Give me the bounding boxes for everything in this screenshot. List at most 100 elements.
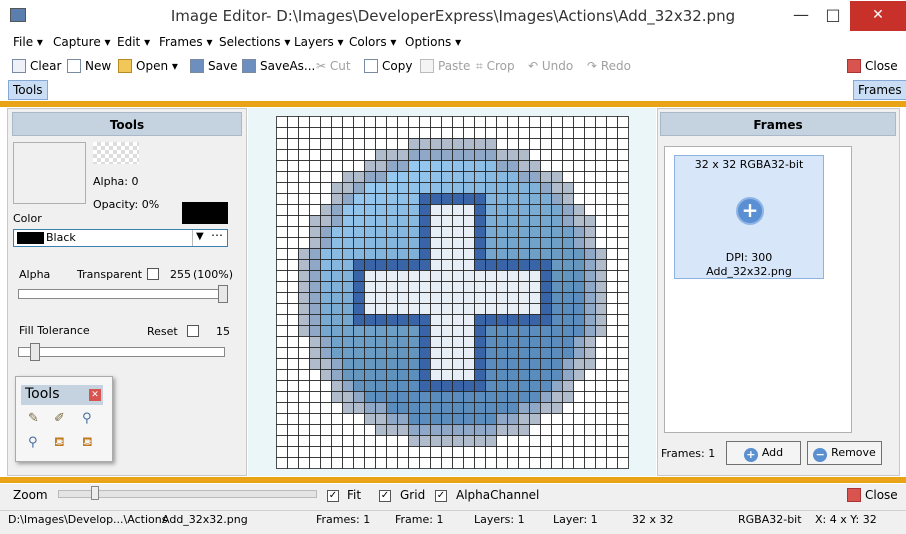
pixel-cell[interactable] (419, 457, 431, 469)
pixel-cell[interactable] (584, 314, 596, 326)
pixel-cell[interactable] (375, 259, 387, 271)
pixel-cell[interactable] (287, 270, 299, 282)
zoom-slider-thumb[interactable] (90, 486, 99, 500)
pixel-cell[interactable] (353, 303, 365, 315)
pixel-cell[interactable] (452, 127, 464, 139)
pixel-cell[interactable] (573, 402, 585, 414)
pixel-cell[interactable] (562, 138, 574, 150)
pixel-cell[interactable] (320, 182, 332, 194)
pixel-cell[interactable] (375, 380, 387, 392)
pixel-cell[interactable] (518, 292, 530, 304)
save-button[interactable]: Save (190, 56, 237, 76)
pixel-cell[interactable] (331, 193, 343, 205)
pixel-cell[interactable] (331, 116, 343, 128)
pixel-cell[interactable] (584, 171, 596, 183)
pixel-cell[interactable] (353, 380, 365, 392)
pixel-cell[interactable] (364, 424, 376, 436)
pixel-cell[interactable] (617, 336, 629, 348)
pixel-cell[interactable] (375, 402, 387, 414)
pixel-cell[interactable] (584, 446, 596, 458)
pixel-cell[interactable] (551, 149, 563, 161)
pixel-cell[interactable] (551, 259, 563, 271)
pixel-cell[interactable] (551, 391, 563, 403)
toolbar-close-button[interactable]: Close (847, 56, 898, 76)
pixel-cell[interactable] (430, 182, 442, 194)
pixel-cell[interactable] (276, 347, 288, 359)
pixel-cell[interactable] (485, 380, 497, 392)
pixel-cell[interactable] (419, 391, 431, 403)
pixel-cell[interactable] (573, 149, 585, 161)
pixel-cell[interactable] (430, 435, 442, 447)
pixel-cell[interactable] (540, 171, 552, 183)
pixel-cell[interactable] (342, 413, 354, 425)
pixel-cell[interactable] (463, 281, 475, 293)
remove-frame-button[interactable]: − Remove (807, 441, 882, 465)
pixel-cell[interactable] (463, 435, 475, 447)
pixel-cell[interactable] (562, 204, 574, 216)
pixel-cell[interactable] (408, 226, 420, 238)
pixel-cell[interactable] (320, 171, 332, 183)
pixel-cell[interactable] (419, 380, 431, 392)
pixel-cell[interactable] (474, 292, 486, 304)
pixel-cell[interactable] (386, 457, 398, 469)
pixel-cell[interactable] (606, 270, 618, 282)
pixel-cell[interactable] (452, 182, 464, 194)
pixel-cell[interactable] (419, 358, 431, 370)
pixel-cell[interactable] (430, 457, 442, 469)
pixel-cell[interactable] (309, 237, 321, 249)
pixel-cell[interactable] (386, 358, 398, 370)
pixel-cell[interactable] (320, 292, 332, 304)
pixel-cell[interactable] (562, 402, 574, 414)
pixel-cell[interactable] (342, 215, 354, 227)
pixel-cell[interactable] (562, 303, 574, 315)
pixel-cell[interactable] (419, 127, 431, 139)
pixel-cell[interactable] (353, 138, 365, 150)
pixel-cell[interactable] (584, 380, 596, 392)
pixel-cell[interactable] (485, 457, 497, 469)
pixel-cell[interactable] (606, 457, 618, 469)
pixel-cell[interactable] (441, 138, 453, 150)
pixel-cell[interactable] (595, 380, 607, 392)
pixel-cell[interactable] (584, 215, 596, 227)
pixel-cell[interactable] (287, 149, 299, 161)
pixel-cell[interactable] (485, 171, 497, 183)
pixel-cell[interactable] (562, 248, 574, 260)
pixel-cell[interactable] (408, 270, 420, 282)
pixel-cell[interactable] (595, 314, 607, 326)
pixel-cell[interactable] (606, 358, 618, 370)
pixel-cell[interactable] (474, 325, 486, 337)
pixel-cell[interactable] (496, 193, 508, 205)
pixel-cell[interactable] (375, 369, 387, 381)
pixel-cell[interactable] (441, 391, 453, 403)
pixel-cell[interactable] (397, 303, 409, 315)
pixel-cell[interactable] (430, 204, 442, 216)
pixel-cell[interactable] (419, 303, 431, 315)
pixel-cell[interactable] (309, 259, 321, 271)
pixel-cell[interactable] (320, 314, 332, 326)
pixel-cell[interactable] (430, 446, 442, 458)
pixel-cell[interactable] (386, 314, 398, 326)
pixel-cell[interactable] (562, 270, 574, 282)
pixel-cell[interactable] (419, 248, 431, 260)
pixel-cell[interactable] (397, 193, 409, 205)
pixel-cell[interactable] (342, 204, 354, 216)
pixel-cell[interactable] (452, 413, 464, 425)
pixel-cell[interactable] (441, 457, 453, 469)
pixel-cell[interactable] (298, 281, 310, 293)
pixel-cell[interactable] (529, 336, 541, 348)
pixel-cell[interactable] (276, 281, 288, 293)
pixel-cell[interactable] (518, 149, 530, 161)
pixel-cell[interactable] (595, 391, 607, 403)
pixel-cell[interactable] (386, 138, 398, 150)
pixel-cell[interactable] (529, 248, 541, 260)
pixel-cell[interactable] (507, 369, 519, 381)
pixel-cell[interactable] (441, 171, 453, 183)
pixel-cell[interactable] (276, 248, 288, 260)
pixel-cell[interactable] (353, 281, 365, 293)
pixel-cell[interactable] (364, 116, 376, 128)
pixel-cell[interactable] (331, 391, 343, 403)
pixel-cell[interactable] (485, 369, 497, 381)
pixel-cell[interactable] (320, 226, 332, 238)
pixel-cell[interactable] (364, 369, 376, 381)
brush-tool-icon[interactable]: ✐ (54, 411, 65, 426)
